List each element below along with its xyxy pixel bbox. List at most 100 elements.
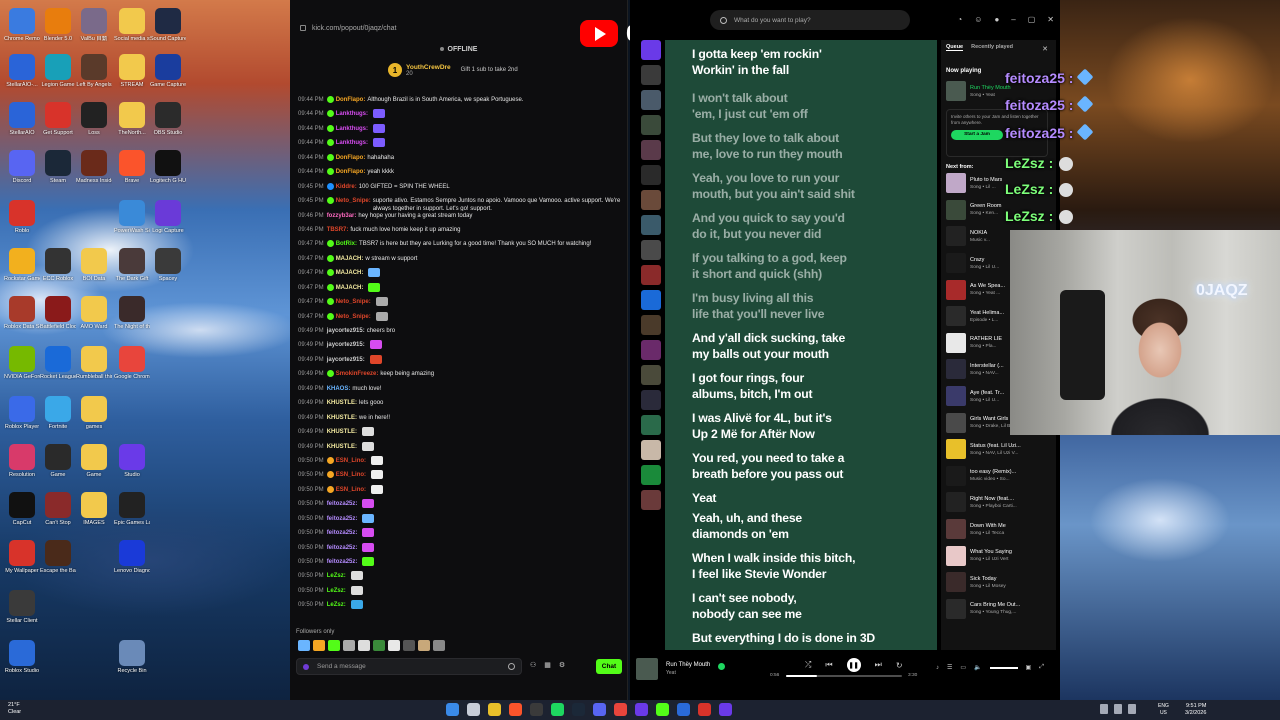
desktop-icon[interactable]: Sound Capture — [150, 8, 186, 42]
message-username[interactable]: KHAOS: — [327, 384, 351, 393]
emote[interactable] — [388, 640, 400, 651]
message-username[interactable]: jaycortez915: — [327, 340, 365, 349]
chat-message[interactable]: 09:44 PM DonFlapo: hahahaha — [298, 153, 623, 167]
message-username[interactable]: ESN_Lino: — [336, 485, 366, 494]
miniplayer-icon[interactable]: ▣ — [1026, 664, 1032, 671]
library-tile[interactable] — [641, 140, 661, 160]
chat-message[interactable]: 09:50 PM feitoza25z: — [298, 499, 623, 513]
emote-bar[interactable] — [298, 640, 445, 651]
start-icon[interactable] — [446, 703, 459, 716]
friends-icon[interactable]: ☺ — [974, 15, 982, 24]
lyric-line[interactable]: But they love to talk about me, love to … — [692, 130, 932, 162]
desktop-icon[interactable]: Escape the Backrooms — [40, 540, 76, 574]
chat-message[interactable]: 09:47 PM Neto_Snipe: — [298, 311, 623, 326]
library-tile[interactable] — [641, 240, 661, 260]
maximize-button[interactable]: ▢ — [1028, 15, 1036, 24]
queue-item[interactable]: Right Now (feat.... Song • Playboi Carti.… — [946, 489, 1051, 516]
library-tile[interactable] — [641, 265, 661, 285]
library-tile[interactable] — [641, 365, 661, 385]
library-tile[interactable] — [641, 40, 661, 60]
emote[interactable] — [328, 640, 340, 651]
message-username[interactable]: feitoza25z: — [327, 528, 358, 537]
desktop-icon[interactable]: Roblo — [4, 200, 40, 234]
chat-message[interactable]: 09:44 PM Lankthugs: — [298, 138, 623, 152]
kick-icon[interactable] — [656, 703, 669, 716]
library-tile[interactable] — [641, 390, 661, 410]
message-username[interactable]: Kiddre: — [336, 182, 357, 191]
chat-message[interactable]: 09:47 PM MAJACH: w stream w support — [298, 254, 623, 268]
desktop-icon[interactable]: Stellar Client — [4, 590, 40, 624]
message-username[interactable]: KHUSTLE: — [327, 427, 357, 436]
bell-icon[interactable]: ◔ — [957, 15, 962, 24]
library-tile[interactable] — [641, 190, 661, 210]
chat-message[interactable]: 09:49 PM SmokinFreeze: keep being amazing — [298, 369, 623, 383]
desktop-icon[interactable]: Resolution — [4, 444, 40, 478]
chat-message[interactable]: 09:44 PM DonFlapo: Although Brazil is in S… — [298, 95, 623, 109]
library-tile[interactable] — [641, 90, 661, 110]
chat-message[interactable]: 09:49 PM jaycortez915: — [298, 354, 623, 369]
desktop-icon[interactable]: Rocket League — [40, 346, 76, 380]
lyric-line[interactable]: I'm busy living all this life that you'l… — [692, 290, 932, 322]
device-icon[interactable]: ▭ — [960, 664, 966, 671]
library-tile[interactable] — [641, 315, 661, 335]
app-icon[interactable] — [635, 703, 648, 716]
tab-recently-played[interactable]: Recently played — [971, 44, 1013, 51]
weather-widget[interactable]: 21°F Clear — [8, 702, 21, 716]
desktop-icon[interactable]: Roblox Studio — [4, 640, 40, 674]
message-username[interactable]: DonFlapo: — [336, 153, 366, 162]
chat-message[interactable]: 09:49 PM KHAOS: much love! — [298, 384, 623, 398]
desktop-icon[interactable]: ValBu 自動 — [76, 8, 112, 42]
desktop-icon[interactable]: Legion Game — [40, 54, 76, 88]
desktop-icon[interactable]: Lenovo Diagnosti... — [114, 540, 150, 574]
chat-message[interactable]: 09:50 PM feitoza25z: — [298, 513, 623, 528]
chat-message[interactable]: 09:44 PM Lankthugs: — [298, 123, 623, 138]
desktop-icon[interactable]: StellarAIO-... — [4, 54, 40, 88]
desktop-icon[interactable]: OBS Studio — [150, 102, 186, 136]
message-username[interactable]: BotRix: — [336, 239, 357, 248]
emote[interactable] — [298, 640, 310, 651]
chat-message[interactable]: 09:50 PM feitoza25z: — [298, 542, 623, 557]
message-username[interactable]: Neto_Snipe: — [336, 196, 371, 205]
fullscreen-icon[interactable]: ⤢ — [1039, 664, 1044, 671]
chat-message[interactable]: 09:47 PM BotRix: TBSR7 is here but they ar… — [298, 239, 623, 253]
chat-send-button[interactable]: Chat — [596, 659, 622, 674]
library-tile[interactable] — [641, 440, 661, 460]
desktop-icon[interactable]: Game — [76, 444, 112, 478]
desktop-icon[interactable]: The Night of the Scissors — [114, 296, 150, 330]
lyric-line[interactable]: And y'all dick sucking, take my balls ou… — [692, 330, 932, 362]
message-username[interactable]: LeZsz: — [327, 586, 346, 595]
emote[interactable] — [433, 640, 445, 651]
desktop-icon[interactable]: Rumbleball things — [76, 346, 112, 380]
desktop-icon[interactable]: Recycle Bin — [114, 640, 150, 674]
app-icon[interactable] — [719, 703, 732, 716]
player-track-title[interactable]: Run Thëy Mouth — [666, 662, 710, 668]
message-username[interactable]: feitoza25z: — [327, 543, 358, 552]
lyric-line[interactable]: If you talking to a god, keep it short a… — [692, 250, 932, 282]
desktop-icon[interactable]: Social media stuff — [114, 8, 150, 42]
message-username[interactable]: feitoza25z: — [327, 514, 358, 523]
desktop-icon[interactable]: IMAGES — [76, 492, 112, 526]
tab-queue[interactable]: Queue — [946, 44, 964, 51]
chat-message[interactable]: 09:44 PM Lankthugs: — [298, 109, 623, 123]
chat-message[interactable]: 09:45 PM Neto_Snipe: suporte ativo. Estamo… — [298, 196, 623, 211]
message-username[interactable]: TBSR7: — [327, 225, 349, 234]
discord-icon[interactable] — [593, 703, 606, 716]
desktop-icon[interactable]: NVIDIA GeForce — [4, 346, 40, 380]
desktop-icon[interactable]: Chrome Remo... — [4, 8, 40, 42]
volume-icon[interactable]: 🔈 — [974, 664, 981, 671]
chat-message[interactable]: 09:50 PM ESN_Lino: — [298, 455, 623, 470]
desktop-icon[interactable]: Left By Angels — [76, 54, 112, 88]
address-bar[interactable]: kick.com/popout/0jaqz/chat — [290, 19, 627, 37]
chat-message[interactable]: 09:50 PM ESN_Lino: — [298, 484, 623, 499]
emote[interactable] — [343, 640, 355, 651]
emote[interactable] — [358, 640, 370, 651]
chat-message[interactable]: 09:47 PM Neto_Snipe: — [298, 297, 623, 311]
message-username[interactable]: jaycortez915: — [327, 355, 365, 364]
emoji-icon[interactable] — [508, 663, 515, 670]
message-username[interactable]: KHUSTLE: — [327, 398, 357, 407]
clock[interactable]: 9:51 PM 3/2/2026 — [1185, 703, 1206, 717]
desktop-icon[interactable]: Logitech G HUB — [150, 150, 186, 184]
calendar-icon[interactable]: ▦ — [544, 661, 551, 669]
library-tile[interactable] — [641, 165, 661, 185]
desktop-icon[interactable]: Fortnite — [40, 396, 76, 430]
